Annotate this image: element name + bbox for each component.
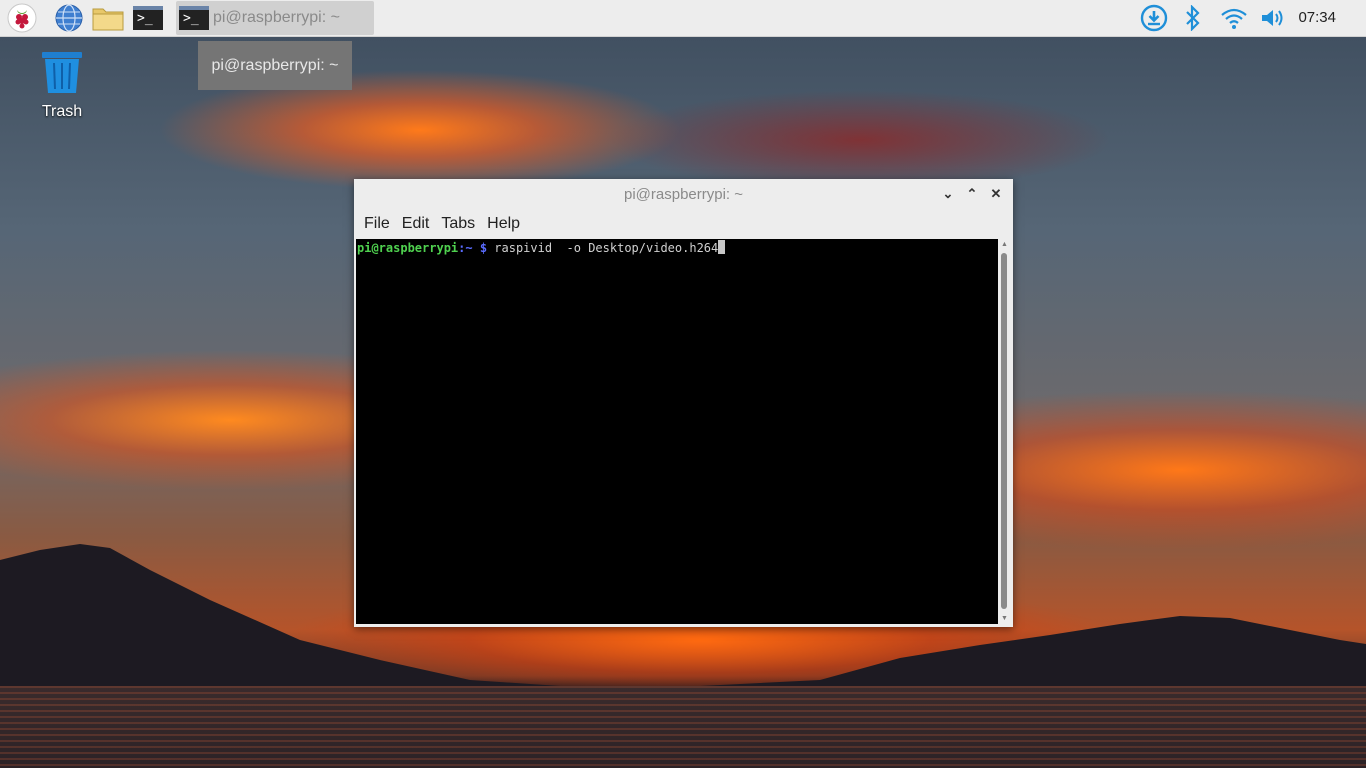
task-tooltip: pi@raspberrypi: ~ [198,41,352,90]
prompt-user: pi@raspberrypi [357,241,459,255]
terminal-window[interactable]: pi@raspberrypi: ~ ⌄ ⌃ ✕ File Edit Tabs H… [354,179,1013,627]
trash-desktop-icon[interactable]: Trash [34,50,90,121]
download-updates-icon[interactable] [1139,2,1169,34]
scroll-up-arrow-icon[interactable]: ▲ [998,241,1011,248]
window-titlebar[interactable]: pi@raspberrypi: ~ ⌄ ⌃ ✕ [354,179,1013,210]
lake-water [0,686,1366,768]
wifi-icon[interactable] [1219,2,1249,34]
text-cursor [718,240,726,254]
minimize-button[interactable]: ⌄ [939,185,957,203]
terminal-icon: >_ [179,6,209,30]
file-manager-icon[interactable] [91,2,125,34]
terminal-icon[interactable]: >_ [131,2,165,34]
taskbar-task-terminal[interactable]: >_ pi@raspberrypi: ~ [176,1,374,35]
terminal-scrollbar[interactable]: ▲ ▼ [998,239,1011,624]
raspberry-menu-icon[interactable] [6,2,38,34]
prompt-path: :~ $ [458,241,488,255]
close-icon: ✕ [990,186,1002,201]
command-text: raspivid -o Desktop/video.h264 [487,241,719,255]
menu-help[interactable]: Help [481,215,526,233]
menu-bar: File Edit Tabs Help [354,210,1013,238]
menu-tabs[interactable]: Tabs [435,215,481,233]
volume-icon[interactable] [1258,2,1288,34]
chevron-down-icon: ⌄ [942,186,954,201]
task-label: pi@raspberrypi: ~ [213,9,340,26]
scroll-down-arrow-icon[interactable]: ▼ [998,615,1011,622]
menu-edit[interactable]: Edit [396,215,436,233]
web-browser-icon[interactable] [53,2,85,34]
trash-icon [42,52,82,93]
clock[interactable]: 07:34 [1298,9,1336,26]
chevron-up-icon: ⌃ [966,186,978,201]
taskbar: >_ >_ pi@raspberrypi: ~ 07:34 [0,0,1366,37]
window-title: pi@raspberrypi: ~ [623,186,744,203]
terminal-output[interactable]: pi@raspberrypi:~ $ raspivid -o Desktop/v… [356,239,998,624]
trash-label: Trash [41,103,83,120]
close-button[interactable]: ✕ [987,185,1005,203]
bluetooth-icon[interactable] [1180,2,1206,34]
menu-file[interactable]: File [358,215,396,233]
maximize-button[interactable]: ⌃ [963,185,981,203]
scroll-thumb[interactable] [1001,253,1007,609]
